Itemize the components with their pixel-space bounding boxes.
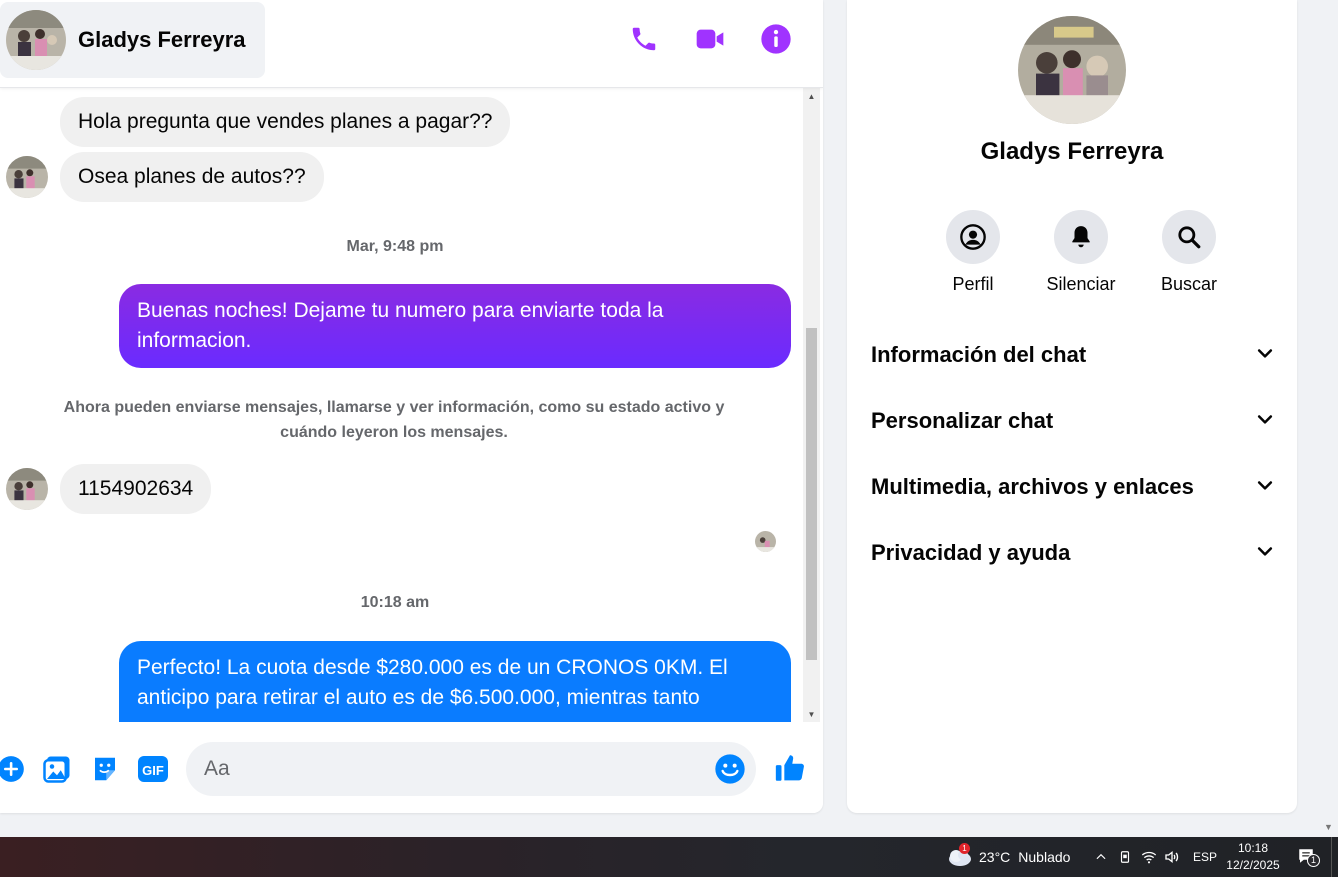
chat-header: Gladys Ferreyra [0, 0, 823, 88]
notification-icon[interactable]: 1 [1296, 837, 1320, 877]
read-receipt-avatar [755, 531, 776, 552]
video-camera-icon[interactable] [693, 22, 727, 56]
device-icon[interactable] [1118, 837, 1132, 877]
language-indicator[interactable]: ESP [1193, 837, 1217, 877]
scroll-down-arrow[interactable]: ▼ [803, 706, 820, 722]
profile-action[interactable]: Perfil [919, 210, 1027, 295]
composer: GIF [0, 722, 823, 813]
volume-icon[interactable] [1163, 837, 1181, 877]
message-bubble[interactable]: Hola pregunta que vendes planes a pagar?… [60, 97, 511, 147]
section-label: Información del chat [871, 342, 1087, 367]
section-label: Multimedia, archivos y enlaces [871, 474, 1194, 499]
scroll-up-arrow[interactable]: ▲ [803, 88, 820, 104]
message-bubble[interactable]: 1154902634 [60, 464, 212, 514]
chevron-down-icon [1255, 475, 1275, 500]
search-icon[interactable] [1162, 210, 1216, 264]
scrollbar[interactable]: ▲ ▼ [803, 88, 820, 722]
scroll-thumb[interactable] [806, 328, 817, 660]
contact-chip[interactable]: Gladys Ferreyra [0, 2, 265, 78]
section-chat-info[interactable]: Información del chat [871, 330, 1275, 380]
weather-alert-badge: 1 [959, 843, 970, 854]
chat-panel: Gladys Ferreyra Hola pregunta que vendes… [0, 0, 823, 813]
message-bubble[interactable]: Perfecto! La cuota desde $280.000 es de … [119, 641, 791, 722]
smiley-icon[interactable] [714, 753, 746, 785]
thumbs-up-icon[interactable] [772, 750, 808, 786]
profile-icon[interactable] [946, 210, 1000, 264]
windows-taskbar: 1 23°C Nublado ESP 10:18 12/2/2025 1 [0, 837, 1338, 877]
weather-description: Nublado [1018, 849, 1071, 865]
notification-count: 1 [1307, 854, 1320, 867]
taskbar-clock[interactable]: 10:18 12/2/2025 [1220, 840, 1286, 874]
clock-time: 10:18 [1237, 841, 1269, 855]
chevron-down-icon [1255, 541, 1275, 566]
phone-icon[interactable] [627, 22, 661, 56]
contact-name[interactable]: Gladys Ferreyra [78, 27, 246, 53]
weather-widget[interactable]: 1 23°C Nublado [946, 837, 1070, 877]
sender-avatar[interactable] [6, 468, 48, 510]
qa-label: Buscar [1160, 274, 1218, 294]
chevron-down-icon [1255, 409, 1275, 434]
message-outgoing: Buenas noches! Dejame tu numero para env… [119, 284, 791, 368]
gif-icon[interactable]: GIF [136, 752, 170, 786]
cloud-icon: 1 [946, 843, 972, 867]
chevron-down-icon [1255, 343, 1275, 368]
section-media-files-links[interactable]: Multimedia, archivos y enlaces [871, 462, 1275, 512]
message-incoming: Osea planes de autos?? [6, 152, 324, 202]
message-list[interactable]: Hola pregunta que vendes planes a pagar?… [0, 88, 803, 722]
message-bubble[interactable]: Osea planes de autos?? [60, 152, 324, 202]
message-outgoing: Perfecto! La cuota desde $280.000 es de … [119, 641, 791, 722]
chat-info-panel: Gladys Ferreyra Perfil Silenciar Buscar … [847, 0, 1297, 813]
message-input-box[interactable] [186, 742, 756, 796]
qa-label: Perfil [952, 274, 994, 294]
contact-avatar[interactable] [6, 10, 66, 70]
photo-icon[interactable] [40, 752, 74, 786]
header-actions [627, 22, 793, 56]
clock-date: 12/2/2025 [1226, 858, 1280, 872]
profile-name: Gladys Ferreyra [980, 138, 1164, 165]
search-action[interactable]: Buscar [1135, 210, 1243, 295]
gif-label: GIF [142, 763, 164, 778]
quick-actions: Perfil Silenciar Buscar [919, 210, 1243, 295]
section-label: Personalizar chat [871, 408, 1054, 433]
section-privacy-help[interactable]: Privacidad y ayuda [871, 528, 1275, 578]
qa-label: Silenciar [1046, 274, 1116, 294]
section-customize-chat[interactable]: Personalizar chat [871, 396, 1275, 446]
plus-icon[interactable] [0, 752, 28, 786]
weather-temp: 23°C [979, 849, 1011, 865]
bell-icon[interactable] [1054, 210, 1108, 264]
message-input[interactable] [204, 757, 684, 781]
section-label: Privacidad y ayuda [871, 540, 1071, 565]
message-incoming: Hola pregunta que vendes planes a pagar?… [60, 97, 511, 147]
show-desktop-divider[interactable] [1331, 837, 1332, 877]
page-scroll-down-arrow[interactable]: ▼ [1324, 822, 1333, 832]
wifi-icon[interactable] [1140, 837, 1158, 877]
message-timestamp: Mar, 9:48 pm [346, 238, 444, 255]
sticker-icon[interactable] [88, 752, 122, 786]
info-icon[interactable] [759, 22, 793, 56]
message-incoming: 1154902634 [6, 464, 212, 514]
profile-avatar[interactable] [1018, 16, 1126, 124]
system-notice: Ahora pueden enviarse mensajes, llamarse… [63, 399, 725, 441]
sender-avatar[interactable] [6, 156, 48, 198]
message-timestamp: 10:18 am [360, 594, 430, 611]
chevron-up-icon[interactable] [1094, 837, 1108, 877]
message-bubble[interactable]: Buenas noches! Dejame tu numero para env… [119, 284, 791, 368]
mute-action[interactable]: Silenciar [1027, 210, 1135, 295]
